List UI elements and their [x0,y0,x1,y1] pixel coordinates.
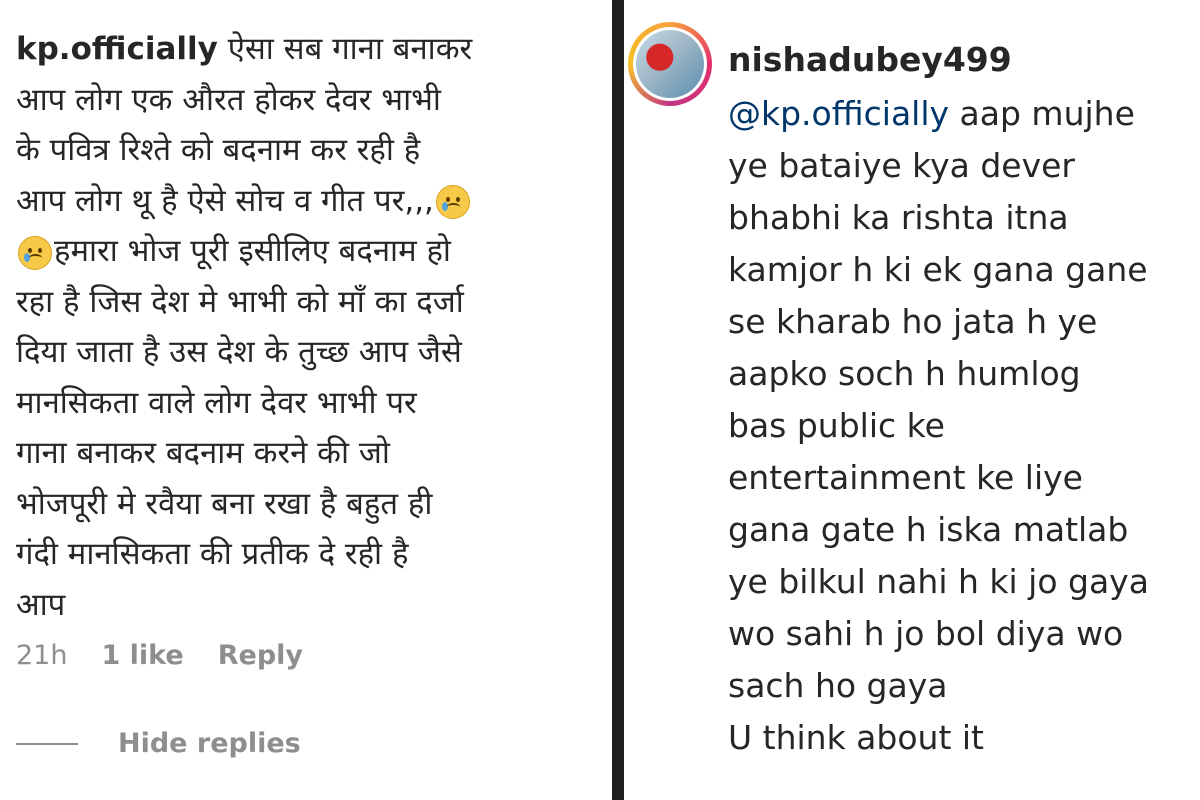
left-comment-panel: kp.officially ऐसा सब गाना बनाकर आप लोग ए… [0,0,612,800]
comment-body: kp.officially ऐसा सब गाना बनाकर आप लोग ए… [16,24,596,630]
mention-link[interactable]: @kp.officially [728,94,949,133]
hide-replies-row[interactable]: Hide replies [16,728,301,759]
comment-text-part2: हमारा भोज पूरी इसीलिए बदनाम हो रहा है जि… [16,233,464,623]
panel-divider [612,0,624,800]
comment-username[interactable]: kp.officially [16,31,218,67]
hide-replies-line [16,742,78,745]
comment: kp.officially ऐसा सब गाना बनाकर आप लोग ए… [16,24,596,630]
comment-meta: 21h 1 like Reply [16,640,303,671]
avatar[interactable] [628,22,712,106]
crying-face-icon [18,235,52,270]
comment-likes[interactable]: 1 like [101,640,183,671]
reply-username[interactable]: nishadubey499 [728,38,1188,82]
reply-button[interactable]: Reply [218,640,303,671]
reply-comment: nishadubey499 @kp.officially aap mujhe y… [728,38,1188,764]
right-comment-panel: nishadubey499 @kp.officially aap mujhe y… [624,0,1200,800]
comment-time[interactable]: 21h [16,640,67,671]
reply-body: @kp.officially aap mujhe ye bataiye kya … [728,88,1188,764]
crying-face-icon [435,185,470,219]
avatar-photo [636,30,704,98]
hide-replies-button[interactable]: Hide replies [118,728,301,759]
reply-text: aap mujhe ye bataiye kya dever bhabhi ka… [728,94,1149,757]
